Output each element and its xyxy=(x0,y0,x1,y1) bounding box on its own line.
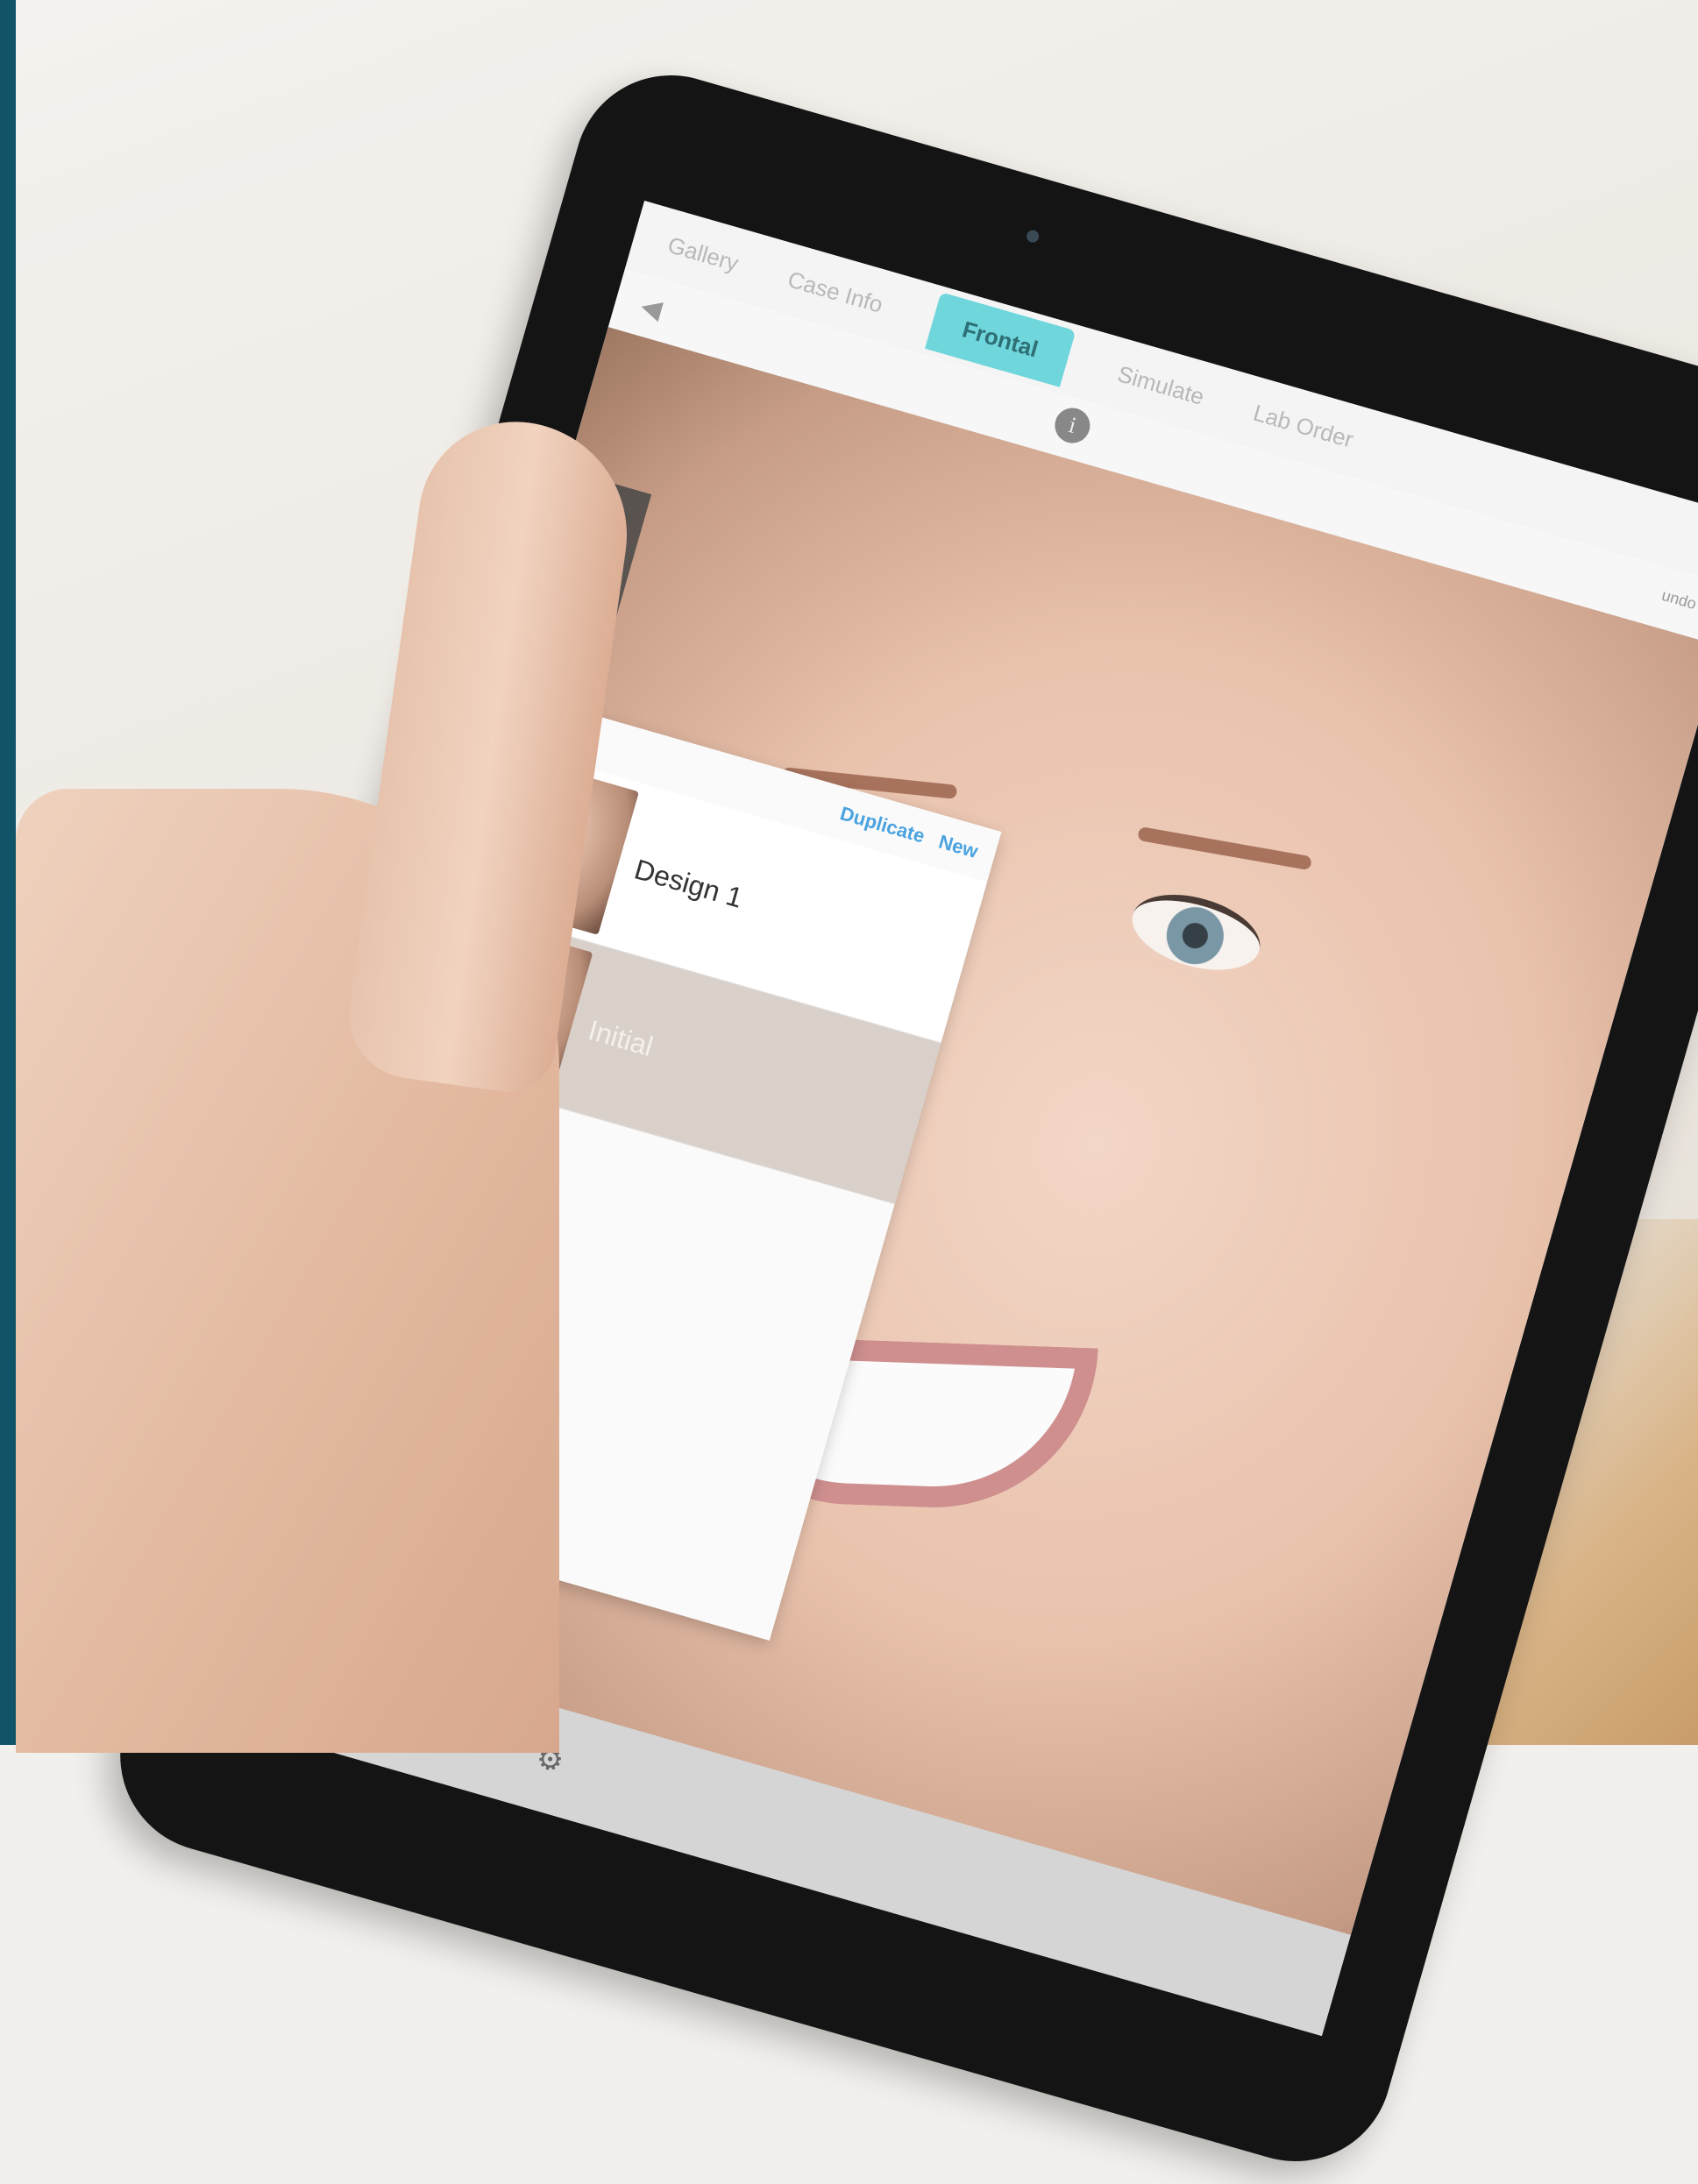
tab-simulate[interactable]: Simulate xyxy=(1114,360,1208,411)
design-name: Initial xyxy=(585,1013,657,1062)
new-button[interactable]: New xyxy=(936,831,980,863)
tab-gallery[interactable]: Gallery xyxy=(664,231,742,278)
left-frame-strip xyxy=(0,0,16,1745)
tab-lab-order[interactable]: Lab Order xyxy=(1250,399,1357,453)
camera-lens xyxy=(1025,229,1041,245)
right-eye xyxy=(1123,881,1269,983)
duplicate-button[interactable]: Duplicate xyxy=(837,802,927,847)
design-name: Design 1 xyxy=(631,852,747,914)
back-icon[interactable]: ◀ xyxy=(637,290,665,325)
tab-case-info[interactable]: Case Info xyxy=(785,266,885,318)
info-icon[interactable]: i xyxy=(1050,403,1095,448)
right-eyebrow xyxy=(1137,826,1312,871)
undo-button[interactable]: undo xyxy=(1659,586,1698,613)
